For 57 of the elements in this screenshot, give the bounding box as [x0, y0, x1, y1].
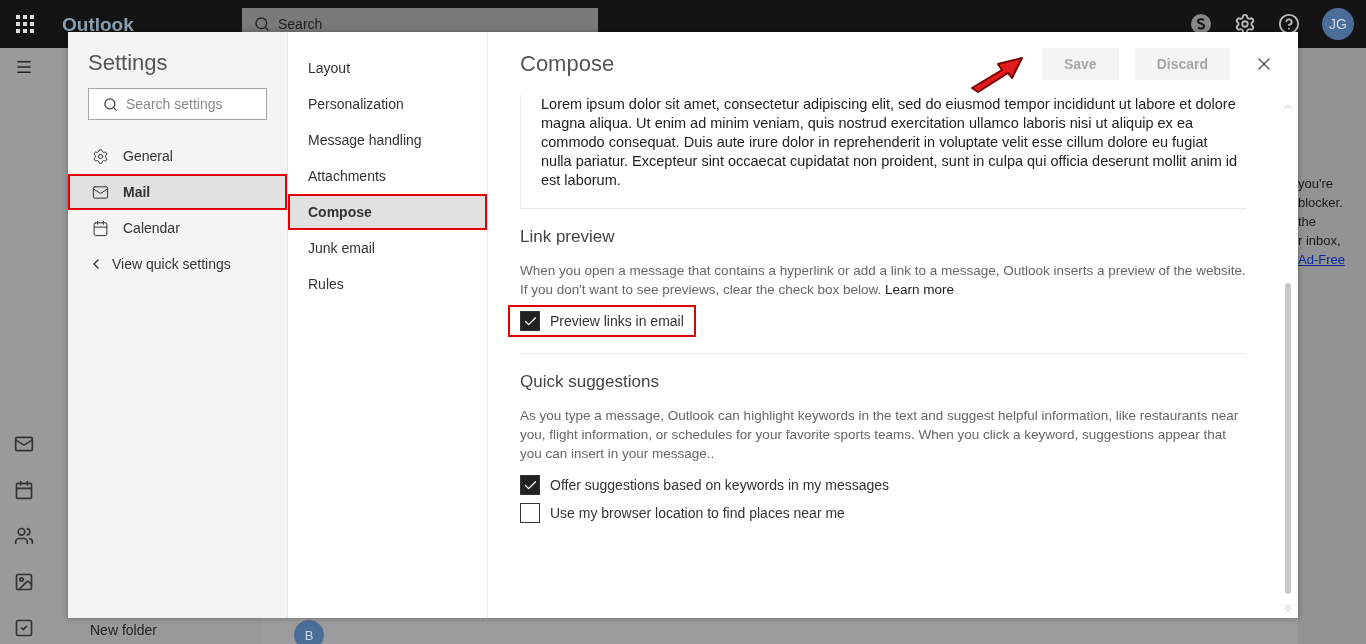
- settings-category[interactable]: General: [68, 138, 287, 174]
- section-title: Quick suggestions: [520, 372, 660, 392]
- section-title: Link preview: [520, 227, 616, 247]
- settings-subcategory[interactable]: Junk email: [288, 230, 487, 266]
- gear-icon: [92, 147, 109, 165]
- scrollbar-thumb[interactable]: [1285, 283, 1291, 594]
- user-avatar[interactable]: JG: [1322, 8, 1354, 40]
- ad-text: r inbox,: [1298, 232, 1342, 250]
- people-icon[interactable]: [14, 526, 34, 546]
- image-icon[interactable]: [14, 572, 34, 592]
- checkbox[interactable]: [520, 503, 540, 523]
- category-label: Calendar: [123, 220, 180, 236]
- app-name: Outlook: [62, 13, 135, 36]
- option-row[interactable]: Offer suggestions based on keywords in my messages: [510, 471, 900, 499]
- option-row[interactable]: Use my browser location to find places near me: [510, 499, 855, 527]
- view-quick-settings-link[interactable]: View quick settings: [68, 246, 287, 272]
- folder-item[interactable]: New folder: [90, 622, 262, 638]
- signature-text[interactable]: Lorem ipsum dolor sit amet, consectetur adipiscing elit, sed do eiusmod tempor incididunt ut labore et dolore magna aliqua. Ut enim ad minim veniam, quis nostrud exercitation ullamco laboris nisi ut aliquip ex ea commodo consequat. Duis aute irure dolor in reprehenderit in voluptate velit esse cillum dolore eu fugiat nulla pariatur. Excepteur sint occaecat cupidatat non proident, sunt in culpa qui officia deserunt mollit anim id est laborum.: [520, 95, 1246, 208]
- settings-subcategory[interactable]: Attachments: [288, 158, 487, 194]
- option-row[interactable]: Preview links in email: [510, 307, 694, 335]
- page-title: Compose: [520, 50, 615, 77]
- pointer-arrow: [968, 54, 1026, 94]
- mail-icon: [92, 183, 109, 201]
- task-icon[interactable]: [14, 618, 34, 638]
- help-icon[interactable]: [1278, 13, 1300, 35]
- settings-icon[interactable]: [1234, 13, 1256, 35]
- option-label: Use my browser location to find places near me: [550, 505, 845, 521]
- settings-subcategory[interactable]: Layout: [288, 50, 487, 86]
- settings-category[interactable]: Calendar: [68, 210, 287, 246]
- sender-avatar: B: [294, 620, 324, 644]
- search-icon: [254, 16, 270, 32]
- ad-text: you're: [1298, 175, 1334, 193]
- ad-text: the: [1298, 213, 1318, 231]
- checkbox[interactable]: [520, 311, 540, 331]
- section-description: As you type a message, Outlook can highlight keywords in the text and suggest helpful information, like restaurants near you, flight information, or schedules for your favorite sports teams. When you click a keyword, suggestions appear that you can insert in your message..: [520, 407, 1240, 463]
- settings-category[interactable]: Mail: [68, 174, 287, 210]
- ad-free-link[interactable]: Ad-Free: [1298, 250, 1366, 269]
- app-launcher-icon[interactable]: [16, 15, 34, 33]
- checkbox[interactable]: [520, 475, 540, 495]
- mail-icon[interactable]: [14, 434, 34, 454]
- dialog-title: Settings: [88, 50, 169, 76]
- ad-text: blocker.: [1298, 194, 1344, 212]
- section-description: When you open a message that contains a hyperlink or add a link to a message, Outlook inserts a preview of the website. If you don't want to see previews, clear the check box below. Learn more: [520, 262, 1246, 299]
- settings-subcategory[interactable]: Message handling: [288, 122, 487, 158]
- search-icon: [103, 96, 118, 112]
- category-label: Mail: [123, 184, 151, 200]
- settings-subcategory[interactable]: Rules: [288, 266, 487, 302]
- option-label: Preview links in email: [550, 313, 684, 329]
- learn-more-link[interactable]: Learn more: [885, 282, 955, 297]
- menu-icon[interactable]: [15, 58, 33, 76]
- calendar-icon[interactable]: [14, 480, 34, 500]
- settings-subcategory[interactable]: Personalization: [288, 86, 487, 122]
- option-label: Offer suggestions based on keywords in my messages: [550, 477, 890, 493]
- settings-subcategory[interactable]: Compose: [288, 194, 487, 230]
- category-label: General: [123, 148, 173, 164]
- calendar-icon: [92, 219, 109, 237]
- search-settings-field[interactable]: Search settings: [88, 88, 267, 120]
